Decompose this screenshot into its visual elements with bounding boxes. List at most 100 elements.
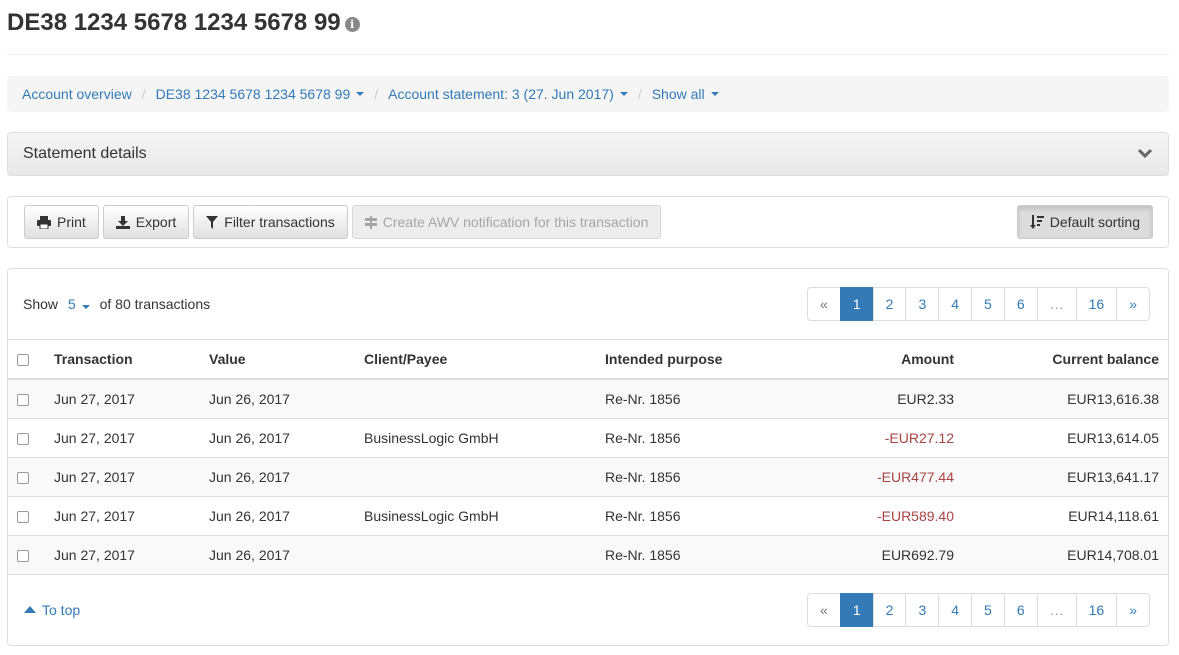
breadcrumb-separator: /	[374, 86, 379, 102]
print-button[interactable]: Print	[24, 205, 99, 239]
breadcrumb-item[interactable]: Show all	[652, 86, 719, 102]
pagination-page[interactable]: 4	[938, 287, 973, 321]
statement-details-panel[interactable]: Statement details	[7, 132, 1169, 176]
caret-down-icon	[81, 305, 90, 309]
breadcrumb-item[interactable]: Account statement: 3 (27. Jun 2017)	[388, 86, 628, 102]
sorting-label: Default sorting	[1049, 214, 1140, 230]
breadcrumb-label: Account statement: 3 (27. Jun 2017)	[388, 86, 614, 102]
row-select-cell	[8, 417, 54, 457]
col-amount[interactable]: Amount	[805, 340, 954, 380]
cell-purpose: Re-Nr. 1856	[605, 456, 805, 496]
export-label: Export	[135, 214, 177, 230]
pagination-page[interactable]: 3	[905, 592, 940, 627]
pagination-page[interactable]: 4	[938, 592, 973, 627]
row-checkbox[interactable]	[17, 550, 29, 563]
listing-controls: Show 5 of 80 transactions «1 2 3 4 5 6… 16»	[8, 269, 1168, 340]
to-top-label: To top	[42, 601, 81, 618]
cell-transaction-date: Jun 27, 2017	[54, 378, 209, 418]
pagination-page[interactable]: 1	[839, 592, 874, 627]
chevron-down-icon[interactable]	[1137, 146, 1153, 162]
row-select-cell	[8, 495, 54, 535]
cell-client	[364, 456, 605, 496]
pagination-ellipsis[interactable]: …	[1036, 592, 1077, 627]
cell-value-date: Jun 26, 2017	[209, 456, 364, 496]
table-row[interactable]: Jun 27, 2017 Jun 26, 2017 Re-Nr. 1856 EUR2.…	[8, 378, 1168, 418]
cell-client: BusinessLogic GmbH	[364, 417, 605, 457]
cell-value-date: Jun 26, 2017	[209, 495, 364, 535]
cell-balance: EUR13,641.17	[954, 456, 1168, 496]
page-size-value: 5	[67, 296, 76, 312]
pagination-next[interactable]: »	[1116, 592, 1150, 627]
pagination-page[interactable]: 2	[872, 287, 907, 321]
filter-transactions-button[interactable]: Filter transactions	[193, 205, 348, 239]
pagination-page[interactable]: 2	[872, 592, 907, 627]
col-client[interactable]: Client/Payee	[364, 340, 605, 380]
pagination-page[interactable]: 5	[971, 592, 1005, 627]
statement-details-title: Statement details	[23, 145, 147, 162]
create-awv-notification-button[interactable]: Create AWV notification for this transac…	[351, 205, 662, 239]
table-row[interactable]: Jun 27, 2017 Jun 26, 2017 Re-Nr. 1856 EUR69…	[8, 534, 1168, 574]
row-select-cell	[8, 456, 54, 496]
triangle-up-icon	[24, 606, 36, 613]
pagination-next[interactable]: »	[1116, 287, 1150, 321]
cell-transaction-date: Jun 27, 2017	[54, 495, 209, 535]
pagination-page[interactable]: 6	[1003, 592, 1038, 627]
table-row[interactable]: Jun 27, 2017 Jun 26, 2017 BusinessLogic Gm…	[8, 417, 1168, 457]
breadcrumb-separator: /	[637, 86, 642, 102]
default-sorting-button[interactable]: Default sorting	[1016, 205, 1153, 239]
cell-purpose: Re-Nr. 1856	[605, 534, 805, 574]
cell-amount: EUR2.33	[805, 378, 954, 418]
info-icon[interactable]: i	[344, 17, 360, 32]
row-checkbox[interactable]	[17, 471, 29, 484]
listing-footer: To top «1 2 3 4 5 6… 16»	[8, 574, 1168, 644]
cell-client: BusinessLogic GmbH	[364, 495, 605, 535]
cell-balance: EUR13,614.05	[954, 417, 1168, 457]
pagination-page[interactable]: 16	[1075, 592, 1118, 627]
col-transaction[interactable]: Transaction	[54, 340, 209, 380]
cell-amount: EUR692.79	[805, 534, 954, 574]
table-row[interactable]: Jun 27, 2017 Jun 26, 2017 Re-Nr. 1856 -EUR4…	[8, 456, 1168, 496]
awv-label: Create AWV notification for this transac…	[382, 214, 649, 230]
breadcrumb: Account overview / DE38 1234 5678 1234 567…	[7, 76, 1169, 112]
cell-client	[364, 378, 605, 418]
export-button[interactable]: Export	[102, 205, 190, 239]
row-select-cell	[8, 534, 54, 574]
pagination-ellipsis[interactable]: …	[1036, 287, 1077, 321]
printer-icon	[37, 215, 51, 229]
breadcrumb-separator: /	[141, 86, 146, 102]
row-checkbox[interactable]	[17, 394, 29, 407]
select-all-cell	[8, 340, 54, 380]
breadcrumb-label: DE38 1234 5678 1234 5678 99	[155, 86, 351, 102]
pagination-page[interactable]: 5	[971, 287, 1005, 321]
pagination-bottom: «1 2 3 4 5 6… 16»	[807, 592, 1150, 627]
cell-balance: EUR13,616.38	[954, 378, 1168, 418]
cell-transaction-date: Jun 27, 2017	[54, 456, 209, 496]
select-all-checkbox[interactable]	[17, 354, 29, 367]
breadcrumb-item[interactable]: DE38 1234 5678 1234 5678 99	[156, 86, 365, 102]
cell-amount: -EUR477.44	[805, 456, 954, 496]
cell-purpose: Re-Nr. 1856	[605, 495, 805, 535]
row-checkbox[interactable]	[17, 510, 29, 523]
pagination-page[interactable]: 6	[1003, 287, 1038, 321]
breadcrumb-item[interactable]: Account overview	[22, 86, 132, 102]
caret-down-icon	[356, 92, 365, 96]
page-title: DE38 1234 5678 1234 5678 99 i	[7, 8, 1169, 38]
breadcrumb-label: Account overview	[22, 86, 132, 102]
pagination-page[interactable]: 16	[1075, 287, 1118, 321]
pagination-page[interactable]: 3	[905, 287, 940, 321]
page-size-dropdown[interactable]: 5	[68, 296, 94, 312]
filter-label: Filter transactions	[224, 214, 335, 230]
col-value[interactable]: Value	[209, 340, 364, 380]
pagination-prev[interactable]: «	[807, 287, 841, 321]
pagination-prev[interactable]: «	[807, 592, 841, 627]
pagination-page[interactable]: 1	[839, 287, 874, 321]
toolbar: Print Export Filter transactions Create …	[7, 196, 1169, 248]
cell-transaction-date: Jun 27, 2017	[54, 534, 209, 574]
show-label: Show	[23, 296, 59, 312]
col-purpose[interactable]: Intended purpose	[605, 340, 805, 380]
to-top-link[interactable]: To top	[24, 602, 80, 618]
table-row[interactable]: Jun 27, 2017 Jun 26, 2017 BusinessLogic Gm…	[8, 495, 1168, 535]
sort-icon	[1029, 215, 1044, 229]
row-checkbox[interactable]	[17, 432, 29, 445]
col-balance[interactable]: Current balance	[954, 340, 1168, 380]
